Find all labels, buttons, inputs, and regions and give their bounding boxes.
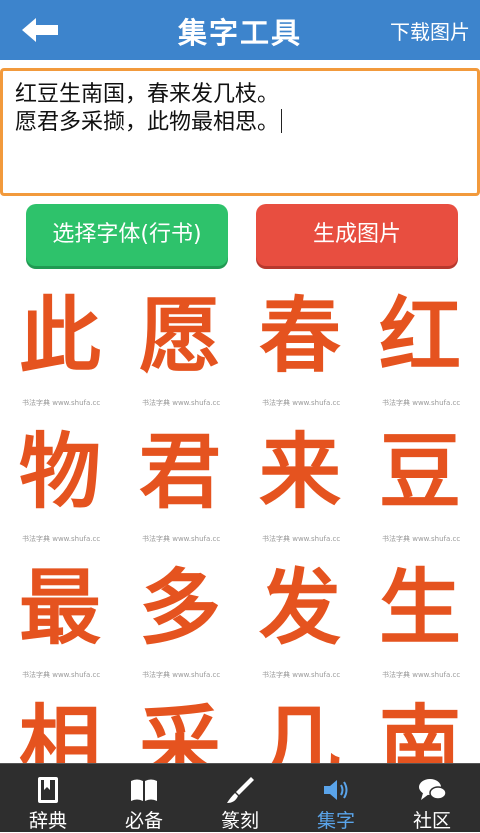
tab-essentials[interactable]: 必备 xyxy=(96,764,192,832)
char-cell[interactable]: 发书法字典 www.shufa.cc xyxy=(240,552,360,688)
watermark: 书法字典 www.shufa.cc xyxy=(262,671,341,679)
char-glyph: 红 xyxy=(378,288,461,384)
watermark: 书法字典 www.shufa.cc xyxy=(382,535,461,543)
tab-seal-carving[interactable]: 篆刻 xyxy=(192,764,288,832)
char-cell[interactable]: 相 xyxy=(0,688,120,764)
tab-label: 社区 xyxy=(412,810,451,832)
tab-label: 必备 xyxy=(124,810,163,832)
download-image-button[interactable]: 下载图片 xyxy=(390,16,470,45)
char-cell[interactable]: 愿书法字典 www.shufa.cc xyxy=(120,280,240,416)
char-glyph: 此 xyxy=(18,288,101,384)
char-cell[interactable]: 春书法字典 www.shufa.cc xyxy=(240,280,360,416)
char-glyph: 几 xyxy=(258,696,341,764)
tab-label: 篆刻 xyxy=(220,810,259,832)
text-line-1: 红豆生南国，春来发几枝。 xyxy=(15,82,280,107)
watermark: 书法字典 www.shufa.cc xyxy=(142,671,221,679)
char-glyph: 最 xyxy=(18,560,101,656)
char-glyph: 豆 xyxy=(378,424,461,520)
char-cell[interactable]: 几 xyxy=(240,688,360,764)
tab-community[interactable]: 社区 xyxy=(384,764,480,832)
char-cell[interactable]: 来书法字典 www.shufa.cc xyxy=(240,416,360,552)
watermark: 书法字典 www.shufa.cc xyxy=(142,399,221,407)
text-caret xyxy=(281,109,283,133)
brush-icon xyxy=(225,776,255,804)
tab-dictionary[interactable]: 辞典 xyxy=(0,764,96,832)
char-glyph: 采 xyxy=(138,696,221,764)
tab-collect-characters[interactable]: 集字 xyxy=(288,764,384,832)
watermark: 书法字典 www.shufa.cc xyxy=(142,535,221,543)
char-cell[interactable]: 豆书法字典 www.shufa.cc xyxy=(360,416,480,552)
char-glyph: 来 xyxy=(258,424,341,520)
choose-font-button[interactable]: 选择字体(行书) xyxy=(26,204,228,266)
speaker-icon xyxy=(321,776,351,804)
bottom-tab-bar: 辞典 必备 篆刻 集字 社区 xyxy=(0,763,480,832)
watermark: 书法字典 www.shufa.cc xyxy=(262,399,341,407)
calligraphy-grid: 此书法字典 www.shufa.cc 愿书法字典 www.shufa.cc 春书… xyxy=(0,280,480,764)
chat-bubbles-icon xyxy=(417,776,447,804)
char-glyph: 春 xyxy=(258,288,341,384)
char-cell[interactable]: 生书法字典 www.shufa.cc xyxy=(360,552,480,688)
text-line-2: 愿君多采撷，此物最相思。 xyxy=(15,110,280,135)
char-glyph: 愿 xyxy=(138,288,221,384)
char-cell[interactable]: 采 xyxy=(120,688,240,764)
char-cell[interactable]: 红书法字典 www.shufa.cc xyxy=(360,280,480,416)
top-bar: 集字工具 下载图片 xyxy=(0,0,480,60)
watermark: 书法字典 www.shufa.cc xyxy=(382,399,461,407)
watermark: 书法字典 www.shufa.cc xyxy=(22,535,101,543)
char-cell[interactable]: 君书法字典 www.shufa.cc xyxy=(120,416,240,552)
watermark: 书法字典 www.shufa.cc xyxy=(22,399,101,407)
bookmark-book-icon xyxy=(33,776,63,804)
watermark: 书法字典 www.shufa.cc xyxy=(22,671,101,679)
tab-label: 辞典 xyxy=(28,810,67,832)
watermark: 书法字典 www.shufa.cc xyxy=(382,671,461,679)
char-glyph: 发 xyxy=(258,560,341,656)
char-glyph: 多 xyxy=(138,560,221,656)
char-cell[interactable]: 多书法字典 www.shufa.cc xyxy=(120,552,240,688)
open-book-icon xyxy=(129,776,159,804)
char-cell[interactable]: 南 xyxy=(360,688,480,764)
char-glyph: 君 xyxy=(138,424,221,520)
char-cell[interactable]: 此书法字典 www.shufa.cc xyxy=(0,280,120,416)
watermark: 书法字典 www.shufa.cc xyxy=(262,535,341,543)
generate-image-button[interactable]: 生成图片 xyxy=(256,204,458,266)
tab-label: 集字 xyxy=(316,810,355,832)
char-glyph: 物 xyxy=(18,424,101,520)
char-cell[interactable]: 物书法字典 www.shufa.cc xyxy=(0,416,120,552)
char-glyph: 生 xyxy=(378,560,461,656)
char-glyph: 相 xyxy=(18,696,101,764)
text-input-area[interactable]: 红豆生南国，春来发几枝。 愿君多采撷，此物最相思。 xyxy=(0,68,480,196)
char-cell[interactable]: 最书法字典 www.shufa.cc xyxy=(0,552,120,688)
char-glyph: 南 xyxy=(378,696,461,764)
